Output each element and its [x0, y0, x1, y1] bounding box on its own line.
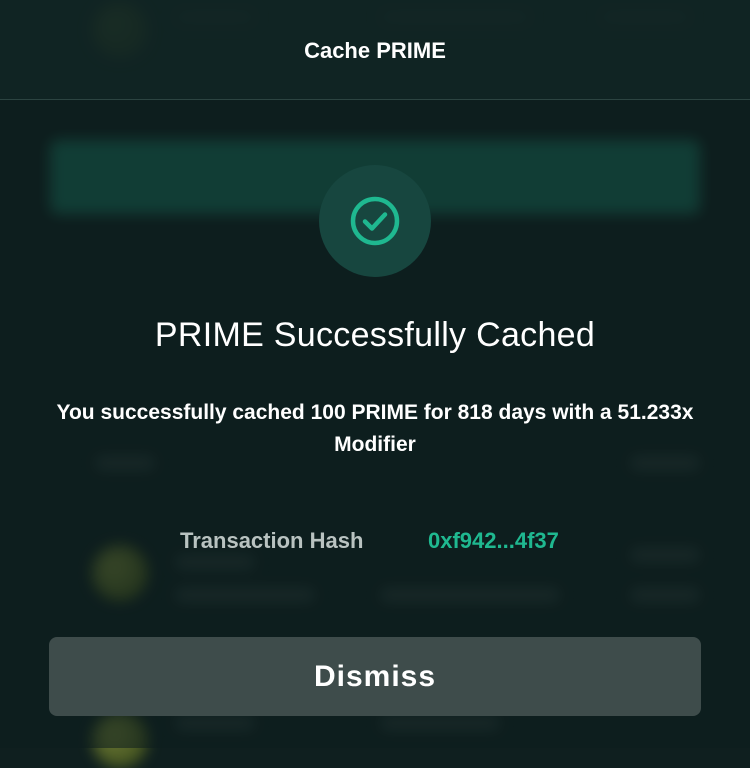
check-circle-icon — [319, 165, 431, 277]
modal-title: Cache PRIME — [304, 38, 446, 63]
dismiss-button[interactable]: Dismiss — [49, 637, 701, 716]
modal-overlay — [0, 0, 750, 748]
modal-header: Cache PRIME — [0, 0, 750, 100]
transaction-hash-link[interactable]: 0xf942...4f37 — [428, 528, 559, 554]
success-title: PRIME Successfully Cached — [154, 316, 596, 354]
transaction-hash-label: Transaction Hash — [180, 528, 364, 553]
success-description: You successfully cached 100 PRIME for 81… — [56, 401, 694, 456]
